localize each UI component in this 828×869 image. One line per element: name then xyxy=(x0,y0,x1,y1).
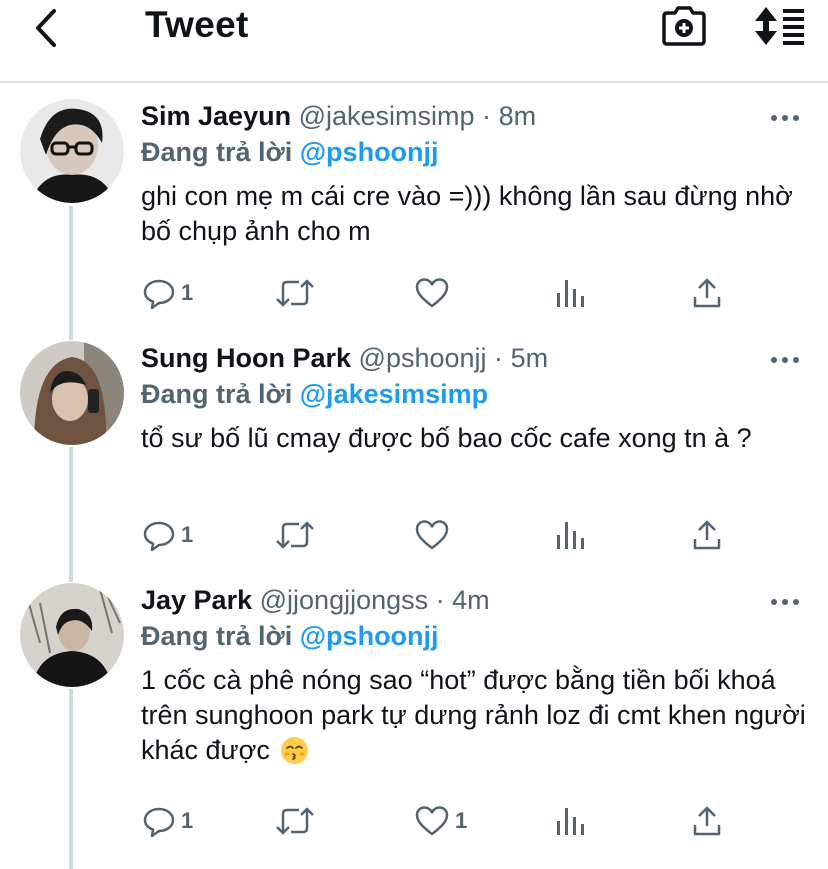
separator-dot: · xyxy=(494,343,504,373)
share-icon xyxy=(693,806,721,836)
tweet-header: Sung Hoon Park @pshoonjj · 5m xyxy=(141,341,548,375)
share-icon xyxy=(693,278,721,308)
avatar[interactable] xyxy=(20,341,124,445)
reply-count: 1 xyxy=(181,808,194,833)
display-name[interactable]: Sim Jaeyun xyxy=(141,101,291,131)
reply-icon xyxy=(143,521,175,551)
heart-icon xyxy=(415,278,449,308)
tweet-actions: 1 1 xyxy=(141,803,821,839)
sort-icon xyxy=(755,7,804,45)
tweet[interactable]: Sung Hoon Park @pshoonjj · 5m Đang trả l… xyxy=(0,341,828,581)
reply-button[interactable]: 1 xyxy=(143,803,193,839)
top-bar: Tweet xyxy=(0,0,828,83)
avatar[interactable] xyxy=(20,99,124,203)
reply-count: 1 xyxy=(181,522,194,547)
display-name[interactable]: Jay Park xyxy=(141,585,252,615)
replying-to: Đang trả lời @pshoonjj xyxy=(141,135,439,169)
tweet[interactable]: Jay Park @jjongjjongss · 4m Đang trả lời… xyxy=(0,583,828,869)
timestamp: 4m xyxy=(452,585,490,615)
page-title: Tweet xyxy=(145,4,249,45)
replying-to: Đang trả lời @jakesimsimp xyxy=(141,377,488,411)
display-name[interactable]: Sung Hoon Park xyxy=(141,343,351,373)
timestamp: 5m xyxy=(510,343,549,373)
separator-dot: · xyxy=(435,585,445,615)
camera-plus-icon xyxy=(662,6,706,46)
sort-button[interactable] xyxy=(752,6,808,46)
timestamp: 8m xyxy=(498,101,537,131)
share-button[interactable] xyxy=(692,275,722,311)
heart-icon xyxy=(415,520,449,550)
share-icon xyxy=(693,520,721,550)
back-button[interactable] xyxy=(28,8,68,48)
more-options-button[interactable] xyxy=(770,595,800,607)
user-handle[interactable]: @pshoonjj xyxy=(359,343,487,373)
user-handle[interactable]: @jjongjjongss xyxy=(260,585,429,615)
kissing-face-emoji xyxy=(281,737,309,764)
avatar[interactable] xyxy=(20,583,124,687)
analytics-button[interactable] xyxy=(555,275,585,311)
replying-to-handle[interactable]: @pshoonjj xyxy=(300,137,439,167)
analytics-button[interactable] xyxy=(555,803,585,839)
retweet-button[interactable] xyxy=(275,275,315,311)
reply-button[interactable]: 1 xyxy=(143,275,193,311)
like-button[interactable]: 1 xyxy=(415,803,467,839)
like-button[interactable] xyxy=(415,517,455,553)
analytics-button[interactable] xyxy=(555,517,585,553)
tweet-text: 1 cốc cà phê nóng sao “hot” được bằng ti… xyxy=(141,663,813,768)
retweet-icon xyxy=(276,521,314,549)
more-options-button[interactable] xyxy=(770,353,800,365)
more-dots-icon xyxy=(771,115,799,121)
user-handle[interactable]: @jakesimsimp xyxy=(299,101,475,131)
tweet-header: Jay Park @jjongjjongss · 4m xyxy=(141,583,490,617)
analytics-icon xyxy=(557,280,584,307)
tweet-text: ghi con mẹ m cái cre vào =))) không lần … xyxy=(141,181,793,246)
reply-icon xyxy=(143,279,175,309)
retweet-icon xyxy=(276,279,314,307)
retweet-button[interactable] xyxy=(275,517,315,553)
tweet[interactable]: Sim Jaeyun @jakesimsimp · 8m Đang trả lờ… xyxy=(0,99,828,339)
camera-button[interactable] xyxy=(662,6,706,46)
heart-icon xyxy=(415,806,449,836)
like-button[interactable] xyxy=(415,275,455,311)
tweet-header: Sim Jaeyun @jakesimsimp · 8m xyxy=(141,99,536,133)
separator-dot: · xyxy=(482,101,492,131)
analytics-icon xyxy=(557,522,584,549)
more-options-button[interactable] xyxy=(770,111,800,123)
more-dots-icon xyxy=(771,357,799,363)
share-button[interactable] xyxy=(692,803,722,839)
tweet-actions: 1 xyxy=(141,275,821,311)
reply-icon xyxy=(143,807,175,837)
tweet-text: tổ sư bố lũ cmay được bố bao cốc cafe xo… xyxy=(141,423,752,453)
chevron-left-icon xyxy=(36,9,56,47)
replying-to-handle[interactable]: @jakesimsimp xyxy=(300,379,488,409)
tweet-text-content: 1 cốc cà phê nóng sao “hot” được bằng ti… xyxy=(141,665,806,765)
replying-to-label: Đang trả lời xyxy=(141,621,293,651)
more-dots-icon xyxy=(771,599,799,605)
like-count: 1 xyxy=(455,808,468,833)
replying-to-label: Đang trả lời xyxy=(141,137,293,167)
replying-to: Đang trả lời @pshoonjj xyxy=(141,619,439,653)
retweet-icon xyxy=(276,807,314,835)
replying-to-label: Đang trả lời xyxy=(141,379,293,409)
reply-count: 1 xyxy=(181,280,194,305)
reply-button[interactable]: 1 xyxy=(143,517,193,553)
tweet-actions: 1 xyxy=(141,517,821,553)
share-button[interactable] xyxy=(692,517,722,553)
retweet-button[interactable] xyxy=(275,803,315,839)
analytics-icon xyxy=(557,808,584,835)
replying-to-handle[interactable]: @pshoonjj xyxy=(300,621,439,651)
